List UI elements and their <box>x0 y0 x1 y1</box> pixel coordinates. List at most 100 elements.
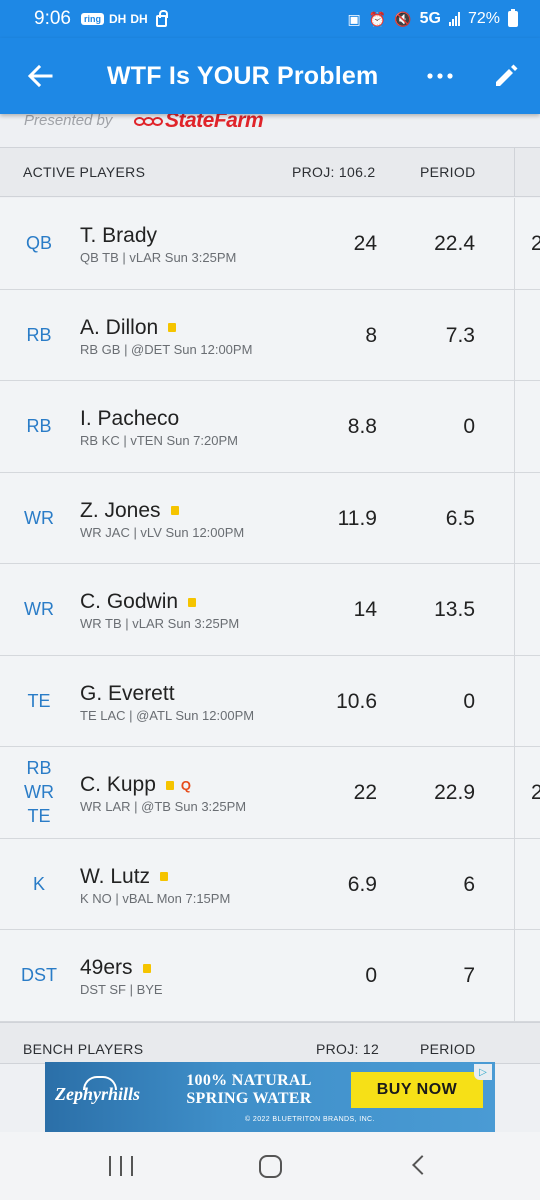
player-row[interactable]: QB T. Brady QB TB | vLAR Sun 3:25PM 24 22.4 2 <box>0 198 540 290</box>
player-row[interactable]: RB I. Pacheco RB KC | vTEN Sun 7:20PM 8.8 0 <box>0 381 540 473</box>
app-bar: WTF Is YOUR Problem <box>0 38 540 114</box>
bench-players-header: BENCH PLAYERS PROJ: 12 PERIOD <box>0 1022 540 1064</box>
player-note-icon[interactable] <box>170 506 179 515</box>
period-points: 6.5 <box>445 506 475 530</box>
active-proj-total[interactable]: PROJ: 106.2 <box>292 164 375 180</box>
player-name-block[interactable]: T. Brady <box>80 224 157 248</box>
player-name[interactable]: A. Dillon <box>80 316 158 340</box>
position-label: WR <box>24 599 54 620</box>
bench-period-column-header[interactable]: PERIOD <box>420 1041 475 1057</box>
projected-points: 14 <box>353 598 377 621</box>
player-name-block[interactable]: C. Godwin <box>80 590 197 614</box>
projected-points: 0 <box>365 964 377 987</box>
column-divider <box>514 148 515 196</box>
active-players-list: QB T. Brady QB TB | vLAR Sun 3:25PM 24 22.4 2… <box>0 198 540 1022</box>
statefarm-ovals-icon <box>134 116 163 126</box>
player-note-icon[interactable] <box>142 963 151 973</box>
player-name[interactable]: C. Kupp <box>80 773 156 797</box>
player-name-block[interactable]: Z. Jones <box>80 499 179 523</box>
projected-points: 8.8 <box>347 415 377 438</box>
position-slot[interactable]: K <box>0 839 78 930</box>
dh-notification-icon: DH <box>130 12 148 26</box>
recents-icon[interactable] <box>109 1156 133 1176</box>
player-game-info: RB GB | @DET Sun 12:00PM <box>80 341 253 357</box>
presented-by-label: Presented by <box>24 114 113 129</box>
player-name-block[interactable]: C. Kupp Q <box>80 773 191 797</box>
player-game-info: DST SF | BYE <box>80 982 163 997</box>
player-row[interactable]: RB A. Dillon RB GB | @DET Sun 12:00PM 8 7.3 <box>0 289 540 381</box>
system-nav-bar <box>0 1132 540 1200</box>
player-name-block[interactable]: G. Everett <box>80 682 175 706</box>
player-game-info: WR JAC | vLV Sun 12:00PM <box>80 524 245 540</box>
position-label: RB <box>26 324 52 345</box>
player-name[interactable]: Z. Jones <box>80 499 161 523</box>
mute-icon: 🔇 <box>394 10 412 27</box>
next-column-value: 2 <box>531 232 540 255</box>
player-note-icon[interactable] <box>160 872 169 881</box>
bench-players-label: BENCH PLAYERS <box>23 1041 144 1057</box>
player-name-block[interactable]: 49ers <box>80 956 151 980</box>
player-name[interactable]: I. Pacheco <box>80 407 179 431</box>
player-name-block[interactable]: W. Lutz <box>80 865 169 889</box>
player-row[interactable]: TE G. Everett TE LAC | @ATL Sun 12:00PM 10.… <box>0 655 540 747</box>
column-divider <box>514 655 515 746</box>
arrow-left-icon <box>27 64 53 88</box>
back-button[interactable] <box>0 38 80 114</box>
buy-now-button[interactable]: BUY NOW <box>351 1072 483 1108</box>
player-game-info: WR TB | vLAR Sun 3:25PM <box>80 616 240 631</box>
position-slot[interactable]: RB <box>0 381 78 472</box>
player-game-info: RB KC | vTEN Sun 7:20PM <box>80 433 238 448</box>
ad-banner[interactable]: Zephyrhills 100% NATURAL SPRING WATER BU… <box>45 1062 495 1132</box>
ad-headline: 100% NATURAL SPRING WATER <box>169 1072 329 1108</box>
position-slot[interactable]: TE <box>0 656 78 747</box>
player-row[interactable]: RB WR TE C. Kupp Q WR LAR | @TB Sun 3:25PM 22 2… <box>0 747 540 839</box>
status-bar: 9:06 ring DH DH ▣ ⏰ 🔇 5G 72% <box>0 0 540 38</box>
position-slot[interactable]: DST <box>0 930 78 1021</box>
period-points: 22.4 <box>434 232 475 255</box>
statefarm-logo: StateFarm <box>134 114 264 133</box>
player-name-block[interactable]: A. Dillon <box>80 316 177 340</box>
player-note-icon[interactable] <box>168 323 177 332</box>
player-note-icon[interactable] <box>188 597 197 607</box>
player-note-icon[interactable] <box>165 780 174 790</box>
more-options-button[interactable] <box>420 38 460 114</box>
player-name-block[interactable]: I. Pacheco <box>80 407 179 431</box>
ad-choices-icon[interactable]: ▷ <box>474 1064 492 1080</box>
player-row[interactable]: DST 49ers DST SF | BYE 0 7 <box>0 930 540 1022</box>
player-name[interactable]: G. Everett <box>80 682 175 706</box>
edit-lineup-button[interactable] <box>484 38 528 114</box>
player-row[interactable]: K W. Lutz K NO | vBAL Mon 7:15PM 6.9 6 <box>0 838 540 930</box>
signal-icon <box>448 12 460 26</box>
period-points: 6 <box>463 872 475 896</box>
sponsor-strip[interactable]: Presented by StateFarm <box>0 114 540 147</box>
position-slot[interactable]: RB <box>0 290 78 381</box>
projected-points: 24 <box>353 232 377 255</box>
status-time: 9:06 <box>34 8 71 29</box>
player-game-info: QB TB | vLAR Sun 3:25PM <box>80 250 237 265</box>
active-players-label: ACTIVE PLAYERS <box>23 164 146 180</box>
position-label: TE <box>27 690 51 711</box>
position-slot[interactable]: WR <box>0 473 78 564</box>
player-name[interactable]: 49ers <box>80 956 133 980</box>
ad-headline-line-1: 100% NATURAL <box>186 1072 312 1089</box>
projected-points: 8 <box>365 323 377 347</box>
next-column-value: 2 <box>531 781 540 804</box>
position-slot[interactable]: QB <box>0 198 78 289</box>
position-label: WR <box>24 782 54 803</box>
position-slot[interactable]: RB WR TE <box>0 747 78 838</box>
player-name[interactable]: C. Godwin <box>80 590 178 614</box>
home-icon[interactable] <box>259 1155 282 1178</box>
back-chevron-icon[interactable] <box>412 1155 432 1175</box>
player-row[interactable]: WR C. Godwin WR TB | vLAR Sun 3:25PM 14 13.5 <box>0 564 540 656</box>
sim-icon: ▣ <box>347 10 361 27</box>
player-name[interactable]: T. Brady <box>80 224 157 248</box>
page-title: WTF Is YOUR Problem <box>107 61 379 90</box>
position-label: DST <box>21 965 57 986</box>
position-slot[interactable]: WR <box>0 564 78 655</box>
player-name[interactable]: W. Lutz <box>80 865 150 889</box>
position-label: RB <box>26 758 52 779</box>
player-row[interactable]: WR Z. Jones WR JAC | vLV Sun 12:00PM 11.9 6.… <box>0 472 540 564</box>
bench-proj-total[interactable]: PROJ: 12 <box>316 1041 379 1057</box>
questionable-badge: Q <box>180 777 192 793</box>
period-column-header[interactable]: PERIOD <box>420 164 475 180</box>
